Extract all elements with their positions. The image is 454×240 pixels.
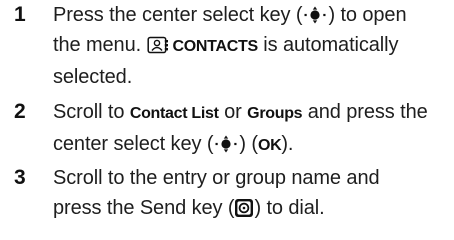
center-select-key-icon (215, 135, 237, 153)
step-text: Scroll to Contact List or Groups and pre… (53, 101, 428, 155)
contacts-menu-term: CONTACTS (172, 38, 259, 55)
contacts-icon (146, 36, 168, 54)
step-text: Scroll to the entry or group name and pr… (53, 167, 380, 219)
step-number: 2 (14, 100, 26, 123)
step-number: 3 (14, 166, 26, 189)
ok-term: OK (257, 137, 282, 154)
contact-list-term: Contact List (129, 105, 219, 122)
step-number: 1 (14, 3, 26, 26)
step-text: Press the center select key () to open t… (53, 4, 407, 88)
center-select-key-icon (304, 6, 326, 24)
instruction-steps: 1 Press the center select key () to open… (0, 0, 454, 240)
groups-term: Groups (247, 105, 303, 122)
send-key-icon (235, 199, 254, 217)
